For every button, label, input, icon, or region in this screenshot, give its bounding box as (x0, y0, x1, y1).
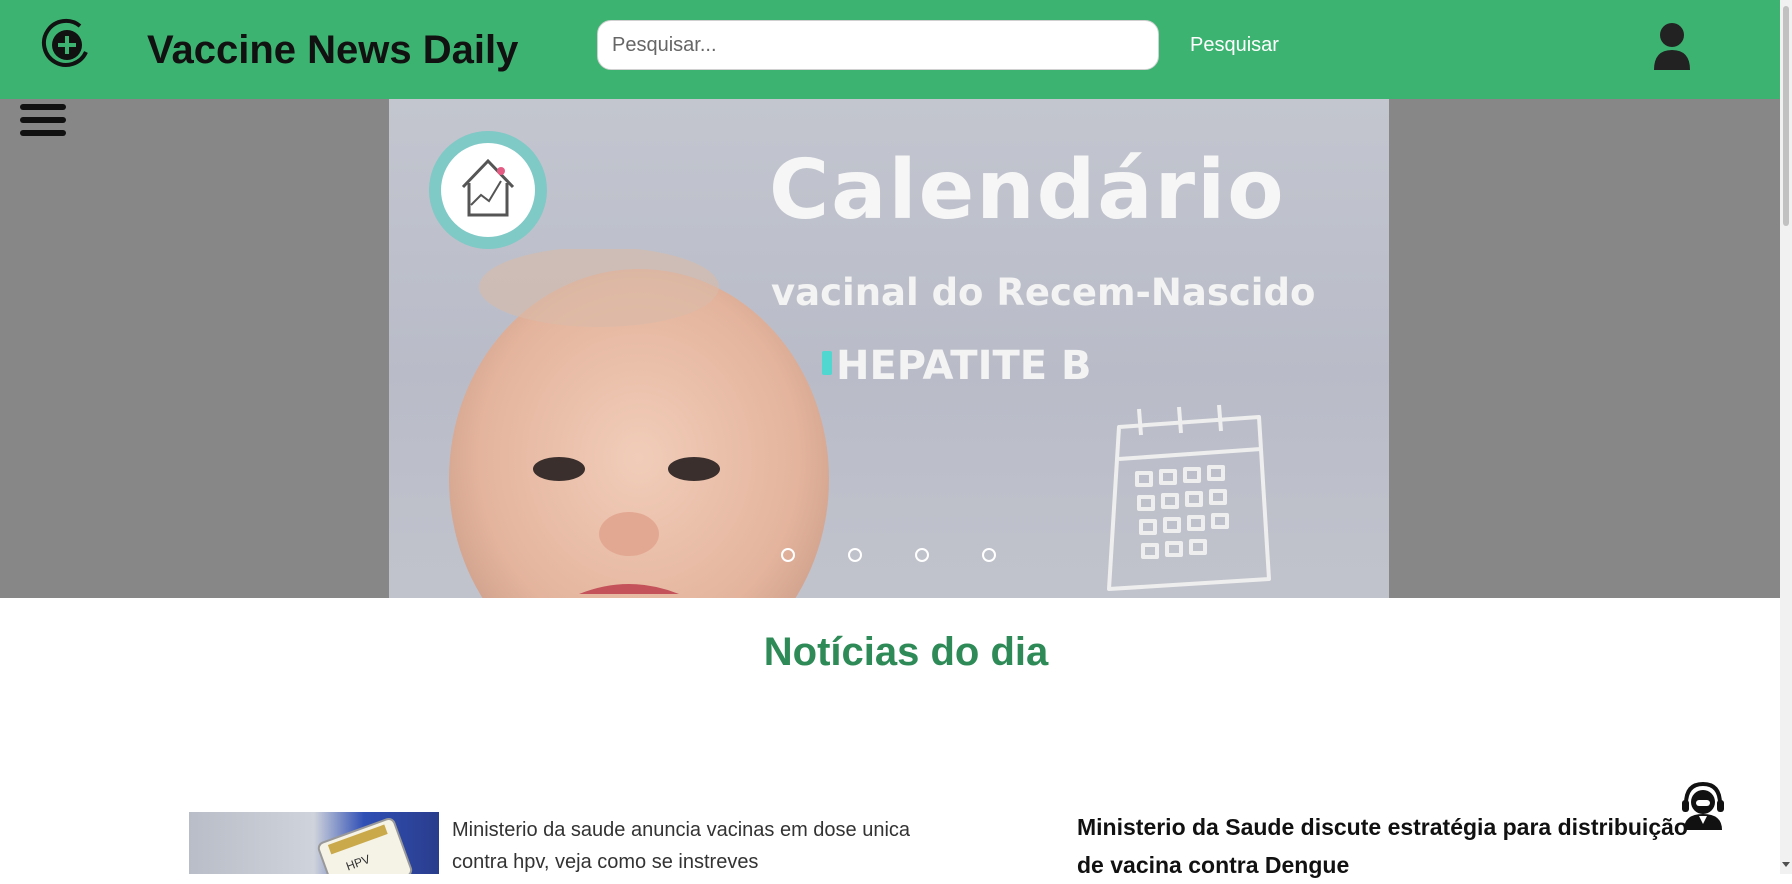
news-item-headline[interactable]: Ministerio da Saude discute estratégia p… (1077, 808, 1707, 884)
carousel-dot-2[interactable] (848, 548, 862, 562)
site-title[interactable]: Vaccine News Daily (147, 28, 518, 73)
house-icon (461, 158, 515, 217)
carousel-dot-3[interactable] (915, 548, 929, 562)
hamburger-menu-icon[interactable] (20, 102, 66, 138)
slide-title: Calendário (769, 143, 1286, 238)
slide-tag: HEPATITE B (836, 343, 1092, 389)
support-agent-icon[interactable] (1680, 780, 1726, 830)
vertical-scrollbar[interactable] (1780, 0, 1792, 874)
search-input[interactable] (597, 20, 1159, 70)
search-button[interactable]: Pesquisar (1178, 20, 1291, 70)
user-icon[interactable] (1652, 22, 1692, 70)
site-header: Vaccine News Daily Pesquisar (0, 0, 1780, 99)
news-thumbnail[interactable]: HPV (189, 812, 439, 874)
plus-circle-icon[interactable] (40, 18, 94, 72)
scrollbar-thumb[interactable] (1783, 6, 1789, 226)
slide-bullet (822, 351, 832, 375)
section-title: Notícias do dia (763, 630, 1049, 674)
scroll-down-arrow-icon[interactable] (1782, 862, 1790, 867)
slide-logo (429, 131, 547, 249)
news-item-text[interactable]: Ministerio da saude anuncia vacinas em d… (452, 814, 942, 878)
slide-subtitle: vacinal do Recem-Nascido (771, 271, 1316, 314)
carousel-dot-1[interactable] (781, 548, 795, 562)
carousel-slide[interactable]: Calendário vacinal do Recem-Nascido HEPA… (389, 99, 1389, 598)
calendar-icon (1107, 404, 1271, 591)
carousel-dot-4[interactable] (982, 548, 996, 562)
